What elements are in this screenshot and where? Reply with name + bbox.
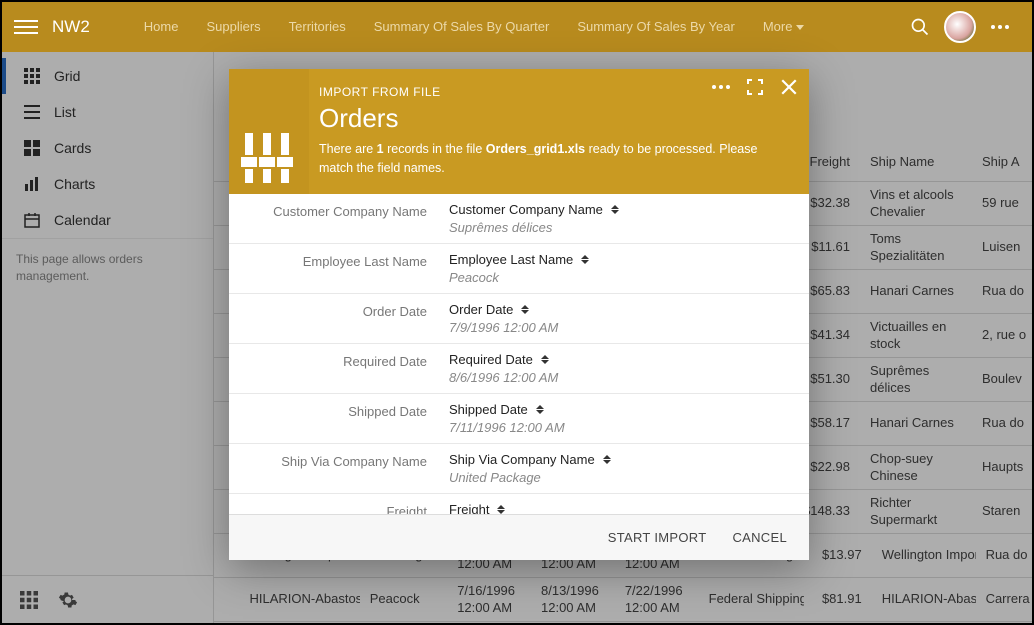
import-icon (241, 129, 297, 185)
field-mapping-select[interactable]: Ship Via Company Name (449, 452, 793, 467)
field-row: Shipped Date Shipped Date 7/11/1996 12:0… (229, 394, 809, 444)
modal-title: Orders (319, 103, 791, 134)
field-mapping-select[interactable]: Shipped Date (449, 402, 793, 417)
field-mapping-select[interactable]: Employee Last Name (449, 252, 793, 267)
nav-territories[interactable]: Territories (275, 2, 360, 52)
caret-down-icon (796, 25, 804, 30)
field-row: Ship Via Company Name Ship Via Company N… (229, 444, 809, 494)
close-icon[interactable] (779, 77, 799, 97)
fullscreen-icon[interactable] (745, 77, 765, 97)
sort-icon (581, 255, 589, 264)
nav-more-label: More (763, 2, 793, 52)
field-sample-value: Suprêmes délices (449, 220, 793, 235)
field-label: Freight (229, 502, 449, 514)
avatar[interactable] (940, 2, 980, 52)
field-sample-value: 7/11/1996 12:00 AM (449, 420, 793, 435)
sort-icon (497, 505, 505, 514)
sort-icon (536, 405, 544, 414)
field-row: Order Date Order Date 7/9/1996 12:00 AM (229, 294, 809, 344)
nav-more[interactable]: More (749, 2, 819, 52)
field-sample-value: 7/9/1996 12:00 AM (449, 320, 793, 335)
nav-home[interactable]: Home (130, 2, 193, 52)
nav-suppliers[interactable]: Suppliers (192, 2, 274, 52)
nav-summary-year[interactable]: Summary Of Sales By Year (563, 2, 749, 52)
field-label: Required Date (229, 352, 449, 385)
field-label: Customer Company Name (229, 202, 449, 235)
field-label: Order Date (229, 302, 449, 335)
top-nav: Home Suppliers Territories Summary Of Sa… (130, 2, 819, 52)
sort-icon (611, 205, 619, 214)
field-sample-value: 8/6/1996 12:00 AM (449, 370, 793, 385)
sort-icon (541, 355, 549, 364)
modal-footer: START IMPORT CANCEL (229, 514, 809, 560)
field-sample-value: United Package (449, 470, 793, 485)
app-name[interactable]: NW2 (52, 17, 90, 37)
nav-summary-quarter[interactable]: Summary Of Sales By Quarter (360, 2, 564, 52)
modal-description: There are 1 records in the file Orders_g… (319, 140, 791, 178)
field-row: Required Date Required Date 8/6/1996 12:… (229, 344, 809, 394)
field-label: Ship Via Company Name (229, 452, 449, 485)
import-modal: IMPORT FROM FILE Orders There are 1 reco… (229, 69, 809, 560)
field-mapping-select[interactable]: Freight (449, 502, 793, 514)
field-row: Employee Last Name Employee Last Name Pe… (229, 244, 809, 294)
sort-icon (603, 455, 611, 464)
sort-icon (521, 305, 529, 314)
field-row: Customer Company Name Customer Company N… (229, 194, 809, 244)
field-mapping-select[interactable]: Order Date (449, 302, 793, 317)
field-sample-value: Peacock (449, 270, 793, 285)
field-label: Shipped Date (229, 402, 449, 435)
field-label: Employee Last Name (229, 252, 449, 285)
menu-icon[interactable] (14, 15, 38, 39)
more-options-icon[interactable] (980, 2, 1020, 52)
topbar: NW2 Home Suppliers Territories Summary O… (2, 2, 1032, 52)
search-icon[interactable] (900, 2, 940, 52)
field-mapping-select[interactable]: Required Date (449, 352, 793, 367)
modal-body[interactable]: Customer Company Name Customer Company N… (229, 194, 809, 514)
cancel-button[interactable]: CANCEL (732, 530, 787, 545)
modal-more-icon[interactable] (711, 77, 731, 97)
modal-header: IMPORT FROM FILE Orders There are 1 reco… (229, 69, 809, 194)
start-import-button[interactable]: START IMPORT (608, 530, 707, 545)
field-row: Freight Freight $51.30 (229, 494, 809, 514)
field-mapping-select[interactable]: Customer Company Name (449, 202, 793, 217)
